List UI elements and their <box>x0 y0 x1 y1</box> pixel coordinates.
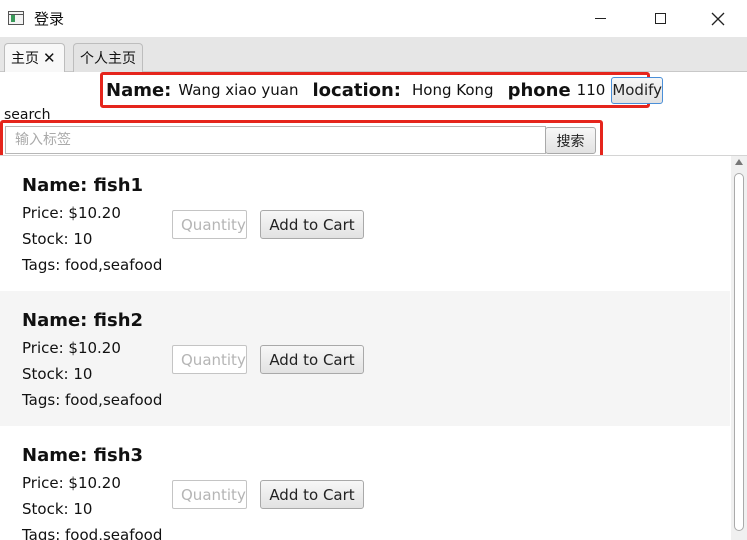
user-info-bar: Name: Wang xiao yuan location: Hong Kong… <box>100 72 664 108</box>
tab-home[interactable]: 主页 ✕ <box>4 43 65 72</box>
tab-home-label: 主页 <box>11 51 39 67</box>
window-title: 登录 <box>34 10 65 28</box>
scrollbar-thumb[interactable] <box>734 173 744 531</box>
list-item: Name: fish2 Price: $10.20 Stock: 10 Tags… <box>0 291 730 426</box>
location-value: Hong Kong <box>412 81 494 99</box>
phone-label: phone <box>507 79 571 101</box>
search-button[interactable]: 搜索 <box>545 127 596 154</box>
product-tags: Tags: food,seafood <box>22 526 163 540</box>
list-item: Name: fish3 Price: $10.20 Stock: 10 Tags… <box>0 426 730 540</box>
product-price: Price: $10.20 <box>22 474 121 492</box>
tab-close-icon[interactable]: ✕ <box>43 50 56 66</box>
minimize-icon <box>594 18 606 19</box>
tab-profile-label: 个人主页 <box>80 51 136 67</box>
name-label: Name: <box>106 79 172 101</box>
title-bar: 登录 <box>0 0 747 37</box>
product-stock: Stock: 10 <box>22 230 93 248</box>
product-name: Name: fish2 <box>22 310 144 331</box>
app-window-icon <box>8 11 24 25</box>
scroll-up-arrow-icon[interactable] <box>735 159 743 165</box>
modify-button[interactable]: Modify <box>611 76 664 104</box>
add-to-cart-button[interactable]: Add to Cart <box>260 345 364 374</box>
list-item: Name: fish1 Price: $10.20 Stock: 10 Tags… <box>0 156 730 291</box>
close-window-button[interactable] <box>688 0 747 37</box>
product-tags: Tags: food,seafood <box>22 391 163 409</box>
maximize-icon <box>654 13 666 24</box>
vertical-scrollbar[interactable] <box>731 156 747 540</box>
add-to-cart-button[interactable]: Add to Cart <box>260 210 364 239</box>
product-list[interactable]: Name: fish1 Price: $10.20 Stock: 10 Tags… <box>0 155 747 540</box>
search-bar: 搜索 <box>0 120 603 159</box>
product-price: Price: $10.20 <box>22 204 121 222</box>
quantity-input[interactable] <box>172 480 247 509</box>
tab-profile[interactable]: 个人主页 <box>73 43 143 72</box>
quantity-input[interactable] <box>172 210 247 239</box>
product-price: Price: $10.20 <box>22 339 121 357</box>
phone-value: 110 <box>576 81 606 99</box>
add-to-cart-button[interactable]: Add to Cart <box>260 480 364 509</box>
name-value: Wang xiao yuan <box>178 81 299 99</box>
search-input[interactable] <box>5 126 546 154</box>
location-label: location: <box>312 79 402 101</box>
product-name: Name: fish3 <box>22 445 144 466</box>
product-name: Name: fish1 <box>22 175 144 196</box>
product-stock: Stock: 10 <box>22 500 93 518</box>
close-icon <box>711 12 725 25</box>
product-tags: Tags: food,seafood <box>22 256 163 274</box>
quantity-input[interactable] <box>172 345 247 374</box>
tab-strip: 主页 ✕ 个人主页 <box>0 37 747 72</box>
maximize-button[interactable] <box>630 0 690 37</box>
minimize-button[interactable] <box>570 0 630 37</box>
product-stock: Stock: 10 <box>22 365 93 383</box>
